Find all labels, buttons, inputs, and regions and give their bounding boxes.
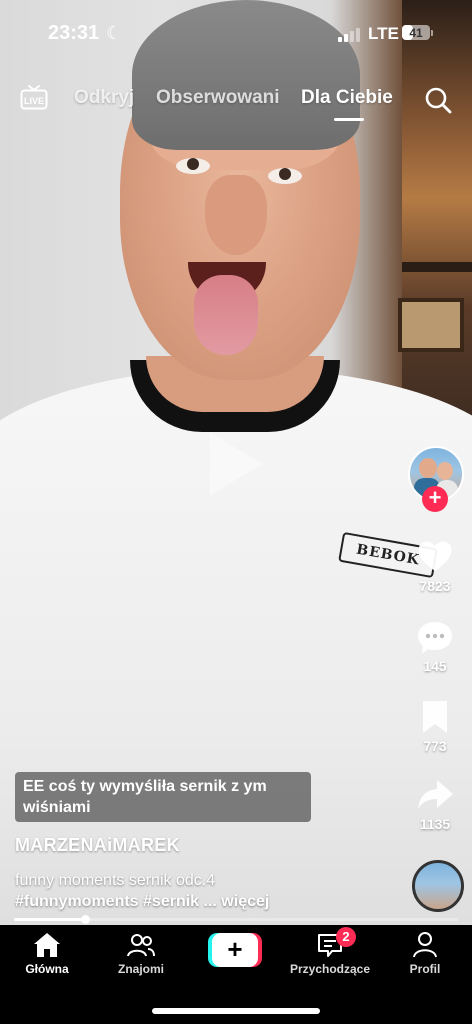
nav-home-label: Główna (25, 962, 69, 976)
nav-home[interactable]: Główna (2, 931, 92, 976)
home-indicator (152, 1008, 320, 1014)
video-description[interactable]: funny moments sernik odc.4 #funnymoments… (15, 870, 269, 912)
follow-button[interactable]: + (422, 486, 448, 512)
music-disc[interactable] (412, 860, 464, 912)
create-button[interactable]: + (208, 933, 262, 967)
description-hashtags[interactable]: #funnymoments #sernik (15, 893, 199, 910)
background-picture-frame (398, 298, 464, 352)
nav-friends[interactable]: Znajomi (96, 931, 186, 976)
tab-odkryj[interactable]: Odkryj (74, 87, 134, 109)
video-person-eye (268, 168, 302, 184)
video-progress-handle[interactable] (81, 915, 91, 924)
background-shelf (402, 262, 472, 272)
caption-overlay: EE coś ty wymyśliła sernik z ym wiśniami (15, 772, 311, 822)
live-label: LIVE (24, 96, 44, 106)
comment-icon[interactable] (415, 618, 455, 658)
bookmark-icon[interactable] (415, 698, 455, 738)
video-person-tongue (194, 275, 258, 355)
nav-profile-label: Profil (409, 962, 441, 976)
share-count: 1135 (419, 816, 451, 832)
creator-username[interactable]: MARZENAiMAREK (15, 835, 180, 856)
friends-icon (127, 934, 155, 957)
profile-icon (413, 932, 437, 958)
nav-inbox-label: Przychodzące (289, 962, 371, 976)
signal-icon (338, 28, 360, 42)
plus-icon: + (212, 933, 258, 967)
background-wall (402, 0, 472, 440)
status-bar: 23:31 ☾ LTE 41 (0, 22, 472, 50)
video-progress-fill (14, 918, 86, 921)
video-person-nose (205, 175, 267, 255)
save-count: 773 (423, 738, 447, 754)
tab-dla-ciebie[interactable]: Dla Ciebie (301, 87, 393, 109)
nav-profile[interactable]: Profil (380, 931, 470, 976)
play-icon[interactable] (210, 432, 262, 496)
search-icon[interactable] (424, 86, 452, 114)
battery-icon: 41 (402, 25, 430, 40)
top-nav: LIVE Odkryj Obserwowani Dla Ciebie (0, 84, 472, 121)
active-tab-indicator (334, 118, 364, 121)
home-icon (34, 933, 60, 957)
battery-tip (431, 30, 433, 36)
tab-obserwowani[interactable]: Obserwowani (156, 87, 280, 109)
share-icon[interactable] (415, 776, 455, 816)
inbox-badge: 2 (336, 927, 356, 947)
focus-moon-icon: ☾ (106, 23, 123, 43)
status-time: 23:31 (48, 22, 100, 44)
network-type: LTE (368, 24, 399, 43)
nav-friends-label: Znajomi (117, 962, 164, 976)
bottom-nav: Główna Znajomi + Przychodzące 2 Profil (0, 925, 472, 1024)
description-line: funny moments sernik odc.4 (15, 872, 216, 889)
heart-icon[interactable] (415, 536, 455, 576)
video-person-eye (176, 158, 210, 174)
caption-overlay-text: EE coś ty wymyśliła sernik z ym wiśniami (23, 778, 267, 816)
video-progress-bar[interactable] (14, 915, 458, 924)
battery-level: 41 (409, 25, 423, 40)
more-link[interactable]: ... więcej (204, 893, 270, 910)
like-count: 7823 (419, 578, 451, 594)
comment-count: 145 (423, 658, 447, 674)
nav-inbox[interactable]: Przychodzące (285, 931, 375, 976)
live-icon[interactable]: LIVE (20, 84, 48, 110)
